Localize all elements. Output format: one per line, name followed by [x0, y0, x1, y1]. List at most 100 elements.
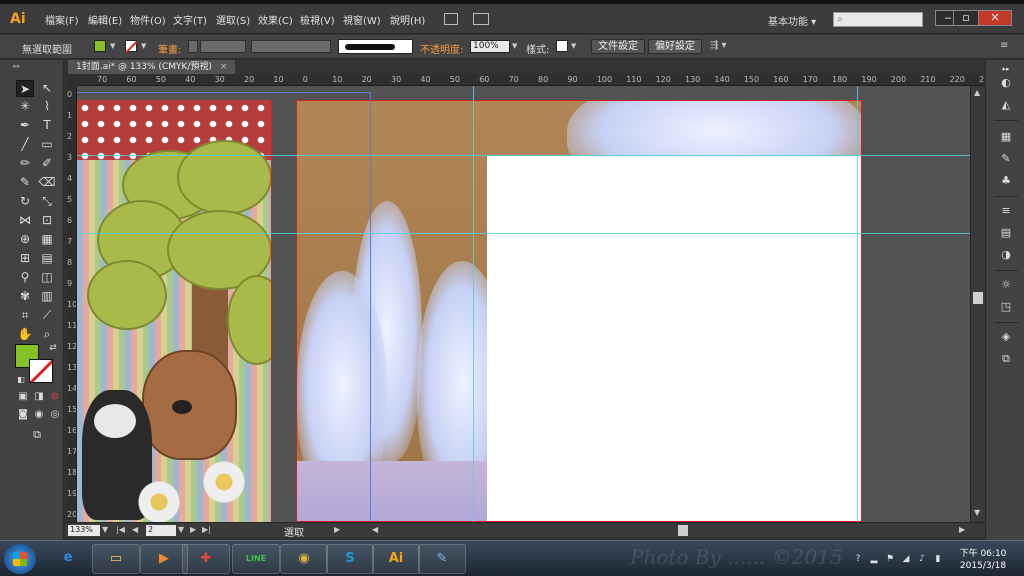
workspace-switcher[interactable]: 基本功能 ▾ [768, 13, 816, 28]
clock[interactable]: 下午 06:10 2015/3/18 [952, 548, 1014, 572]
type-tool-icon[interactable]: T [38, 117, 56, 134]
opacity-field[interactable]: 100% [470, 40, 510, 53]
blob-brush-tool-icon[interactable]: ✎ [16, 174, 34, 191]
zoom-level-field[interactable]: 133% [68, 525, 100, 536]
volume-tray-icon[interactable]: ♪ [916, 553, 928, 565]
menu-view[interactable]: 檢視(V) [300, 12, 335, 27]
scroll-up-icon[interactable]: ▲ [974, 88, 980, 97]
transparency-panel-icon[interactable]: ◑ [998, 248, 1014, 262]
scroll-right-icon[interactable]: ▶ [959, 525, 965, 534]
previous-artboard-icon[interactable]: ◀ [132, 525, 138, 534]
last-artboard-icon[interactable]: ▶| [202, 525, 211, 534]
stroke-weight-stepper[interactable] [188, 40, 198, 53]
horizontal-scroll-thumb[interactable] [678, 525, 688, 536]
none-mode-icon[interactable]: ⊘ [46, 388, 64, 405]
cover-artwork-left[interactable] [77, 100, 272, 522]
ie-taskbar-icon[interactable]: e [44, 544, 92, 574]
flag-tray-icon[interactable]: ⚑ [884, 553, 896, 565]
brush-definition[interactable] [338, 39, 413, 54]
column-graph-tool-icon[interactable]: ▥ [38, 288, 56, 305]
skype-taskbar-icon[interactable]: S [326, 544, 374, 574]
preferences-button[interactable]: 偏好設定 [648, 39, 702, 54]
shape-builder-tool-icon[interactable]: ⊕ [16, 231, 34, 248]
line-tool-icon[interactable]: ╱ [16, 136, 34, 153]
scroll-thumb[interactable] [973, 292, 983, 304]
magic-wand-tool-icon[interactable]: ✳ [16, 98, 34, 115]
graphic-style-swatch[interactable] [556, 40, 568, 52]
width-tool-icon[interactable]: ⋈ [16, 212, 34, 229]
canvas[interactable] [77, 86, 970, 522]
color-guide-panel-icon[interactable]: ◭ [998, 98, 1014, 112]
slice-tool-icon[interactable]: ⟋ [38, 307, 56, 324]
opacity-label[interactable]: 不透明度: [420, 41, 463, 56]
chevron-down-icon[interactable]: ▼ [571, 42, 576, 50]
artboards-panel-icon[interactable]: ⧉ [998, 352, 1014, 366]
panel-grip-icon[interactable]: ▸▸ [998, 62, 1014, 76]
lasso-tool-icon[interactable]: ⌇ [38, 98, 56, 115]
chevron-down-icon[interactable]: ▼ [141, 42, 146, 50]
selection-tool-icon[interactable]: ➤ [16, 80, 34, 97]
direct-selection-tool-icon[interactable]: ↖ [38, 80, 56, 97]
illustrator-taskbar-icon[interactable]: Ai [372, 544, 420, 574]
horizontal-ruler[interactable]: 70 60 50 40 30 20 10 0 10 20 30 40 50 60 70 80 90 100 110 1… [77, 74, 985, 86]
blend-tool-icon[interactable]: ◫ [38, 269, 56, 286]
line-taskbar-icon[interactable]: LINE [232, 544, 280, 574]
chevron-down-icon[interactable]: ▼ [512, 42, 517, 50]
start-button[interactable] [4, 544, 36, 574]
menu-select[interactable]: 選取(S) [216, 12, 250, 27]
stroke-panel-icon[interactable]: ≡ [998, 204, 1014, 218]
paint-taskbar-icon[interactable]: ✎ [418, 544, 466, 574]
menu-effect[interactable]: 效果(C) [258, 12, 293, 27]
first-artboard-icon[interactable]: |◀ [116, 525, 125, 534]
close-button[interactable]: ✕ [978, 10, 1012, 26]
chevron-down-icon[interactable]: ▼ [178, 525, 184, 534]
gradient-tool-icon[interactable]: ▤ [38, 250, 56, 267]
network-tray-icon[interactable]: ▂ [868, 553, 880, 565]
wifi-tray-icon[interactable]: ◢ [900, 553, 912, 565]
pen-tool-icon[interactable]: ✒ [16, 117, 34, 134]
guide-line[interactable] [857, 86, 858, 522]
status-menu-icon[interactable]: ▶ [334, 525, 340, 534]
guide-line[interactable] [473, 86, 474, 522]
layers-panel-icon[interactable]: ◈ [998, 330, 1014, 344]
symbol-sprayer-tool-icon[interactable]: ✾ [16, 288, 34, 305]
vertical-scrollbar[interactable]: ▲ ▼ [970, 86, 985, 522]
eraser-tool-icon[interactable]: ⌫ [38, 174, 56, 191]
variable-width-profile[interactable] [251, 40, 331, 53]
vertical-ruler[interactable]: 0 1 2 3 4 5 6 7 8 9 10 11 12 13 14 15 16 17 18 19 20 [66, 86, 77, 522]
swap-colors-icon[interactable]: ⇄ [44, 340, 62, 357]
maximize-button[interactable]: ▫ [953, 10, 979, 26]
close-icon[interactable]: × [220, 62, 228, 72]
bridge-icon[interactable] [444, 13, 458, 25]
brushes-panel-icon[interactable]: ✎ [998, 152, 1014, 166]
draw-inside-icon[interactable]: ◎ [46, 406, 64, 423]
free-transform-tool-icon[interactable]: ⊡ [38, 212, 56, 229]
menu-object[interactable]: 物件(O) [130, 12, 166, 27]
next-artboard-icon[interactable]: ▶ [190, 525, 196, 534]
stroke-color-box[interactable] [29, 359, 53, 383]
fill-swatch[interactable] [94, 40, 106, 52]
menu-file[interactable]: 檔案(F) [45, 12, 79, 27]
mesh-tool-icon[interactable]: ⊞ [16, 250, 34, 267]
document-tab[interactable]: 1封面.ai* @ 133% (CMYK/預視) × [68, 60, 236, 74]
stroke-label[interactable]: 筆畫: [158, 41, 181, 56]
ruler-origin[interactable] [66, 74, 77, 86]
guide-line[interactable] [77, 155, 970, 156]
hand-tool-icon[interactable]: ✋ [16, 326, 34, 343]
scroll-down-icon[interactable]: ▼ [974, 508, 980, 517]
color-panel-icon[interactable]: ◐ [998, 76, 1014, 90]
symbols-panel-icon[interactable]: ♣ [998, 174, 1014, 188]
help-tray-icon[interactable]: ? [852, 553, 864, 565]
stroke-swatch[interactable] [125, 40, 137, 52]
white-text-panel[interactable] [487, 156, 861, 521]
panel-grip-icon[interactable]: ◂◂ [12, 62, 19, 70]
document-setup-button[interactable]: 文件設定 [591, 39, 645, 54]
menu-help[interactable]: 說明(H) [390, 12, 425, 27]
swatches-panel-icon[interactable]: ▦ [998, 130, 1014, 144]
paintbrush-tool-icon[interactable]: ✏ [16, 155, 34, 172]
menu-type[interactable]: 文字(T) [173, 12, 207, 27]
menu-edit[interactable]: 編輯(E) [88, 12, 122, 27]
perspective-grid-tool-icon[interactable]: ▦ [38, 231, 56, 248]
default-colors-icon[interactable]: ◧ [12, 371, 30, 388]
rectangle-tool-icon[interactable]: ▭ [38, 136, 56, 153]
